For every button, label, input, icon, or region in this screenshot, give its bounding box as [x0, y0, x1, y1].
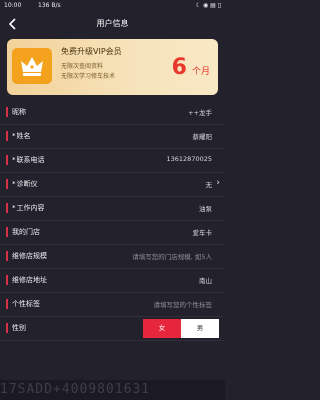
vip-months: 6 个月: [172, 55, 210, 80]
field-value-my-store[interactable]: 爱车卡: [193, 227, 213, 237]
form-row-gender: 性别 女男: [0, 317, 225, 341]
form-row-store-address[interactable]: 维修店地址 南山: [0, 269, 225, 293]
field-value-store-address[interactable]: 南山: [199, 275, 212, 285]
gender-option-male[interactable]: 男: [181, 319, 219, 338]
vip-benefit-1: 无限次查阅资料: [61, 63, 104, 70]
field-label-text: 维修店规模: [12, 252, 47, 260]
required-mark: *: [12, 180, 16, 188]
vip-upgrade-card[interactable]: 免费升级VIP会员 无限次查阅资料 无限次学习修车技术 6 个月: [7, 39, 218, 95]
field-value-diagnostic-tool[interactable]: 无: [206, 179, 213, 189]
page-title: 用户信息: [96, 19, 129, 28]
field-label: *工作内容: [12, 203, 45, 213]
form-row-name[interactable]: *姓名 蔡耀阳: [0, 125, 225, 149]
form-row-diagnostic-tool[interactable]: *诊断仪 无 ›: [0, 173, 225, 197]
gender-toggle: 女男: [143, 319, 219, 338]
field-label-text: 我的门店: [12, 228, 40, 236]
required-mark: *: [12, 156, 16, 164]
row-marker: [6, 227, 8, 237]
required-mark: *: [12, 132, 16, 140]
field-label-text: 工作内容: [16, 204, 45, 212]
status-bar: 10:00 136 B/s ☾ ◉ ▤ ▯: [0, 0, 225, 12]
form-row-nickname[interactable]: 昵称 ++龙手: [0, 101, 225, 125]
chevron-right-icon[interactable]: ›: [216, 178, 220, 188]
field-label: 维修店地址: [12, 275, 47, 285]
form-row-phone[interactable]: *联系电话 13612870025: [0, 149, 225, 173]
status-icons: ☾ ◉ ▤ ▯: [195, 2, 221, 9]
field-label-text: 联系电话: [16, 156, 45, 164]
row-marker: [6, 299, 8, 309]
required-mark: *: [12, 204, 16, 212]
row-marker: [6, 131, 8, 141]
field-label: *诊断仪: [12, 179, 38, 189]
vip-months-unit: 个月: [191, 67, 210, 77]
field-label-text: 诊断仪: [16, 180, 38, 188]
row-marker: [6, 179, 8, 189]
row-marker: [6, 155, 8, 165]
vip-months-number: 6: [171, 55, 187, 80]
field-value-phone[interactable]: 13612870025: [167, 155, 213, 163]
row-marker: [6, 251, 8, 261]
field-label: *联系电话: [12, 155, 45, 165]
vip-benefit-2: 无限次学习修车技术: [61, 73, 116, 80]
vip-title: 免费升级VIP会员: [61, 47, 122, 56]
row-marker: [6, 107, 8, 117]
field-value-nickname[interactable]: ++龙手: [188, 107, 212, 117]
field-label: 我的门店: [12, 227, 40, 237]
field-value-personal-tags[interactable]: 请填写您的个性标签: [154, 299, 213, 309]
gender-option-female[interactable]: 女: [143, 319, 181, 338]
field-label: 个性标签: [12, 299, 40, 309]
field-label-text: 维修店地址: [12, 276, 47, 284]
form-row-work-content[interactable]: *工作内容 油泵: [0, 197, 225, 221]
form-row-store-size[interactable]: 维修店规模 请填写您的门店规模, 如5人: [0, 245, 225, 269]
field-label-text: 个性标签: [12, 300, 40, 308]
field-value-work-content[interactable]: 油泵: [199, 203, 212, 213]
field-label-text: 昵称: [12, 108, 26, 116]
nav-bar: 用户信息: [0, 12, 225, 36]
bottom-ghost-text: 17SADD+4009801631: [0, 382, 151, 397]
field-label: 维修店规模: [12, 251, 47, 261]
crown-badge: [12, 48, 52, 84]
status-time: 10:00: [4, 2, 22, 9]
gender-label: 性别: [12, 324, 26, 332]
field-label: 昵称: [12, 107, 26, 117]
bottom-strip: 17SADD+4009801631: [0, 380, 225, 400]
field-label: *姓名: [12, 131, 31, 141]
crown-icon: [21, 57, 43, 76]
field-value-name[interactable]: 蔡耀阳: [193, 131, 213, 141]
row-marker: [6, 275, 8, 285]
row-marker: [6, 203, 8, 213]
user-info-form: 昵称 ++龙手 *姓名 蔡耀阳 *联系电话 13612870025 *诊断仪无 › *工作内容油…: [0, 101, 225, 341]
field-value-store-size[interactable]: 请填写您的门店规模, 如5人: [132, 251, 212, 261]
row-marker: [6, 323, 8, 333]
field-label-text: 姓名: [16, 132, 31, 140]
form-row-my-store[interactable]: 我的门店 爱车卡: [0, 221, 225, 245]
network-speed: 136 B/s: [38, 2, 61, 9]
form-row-personal-tags[interactable]: 个性标签 请填写您的个性标签: [0, 293, 225, 317]
